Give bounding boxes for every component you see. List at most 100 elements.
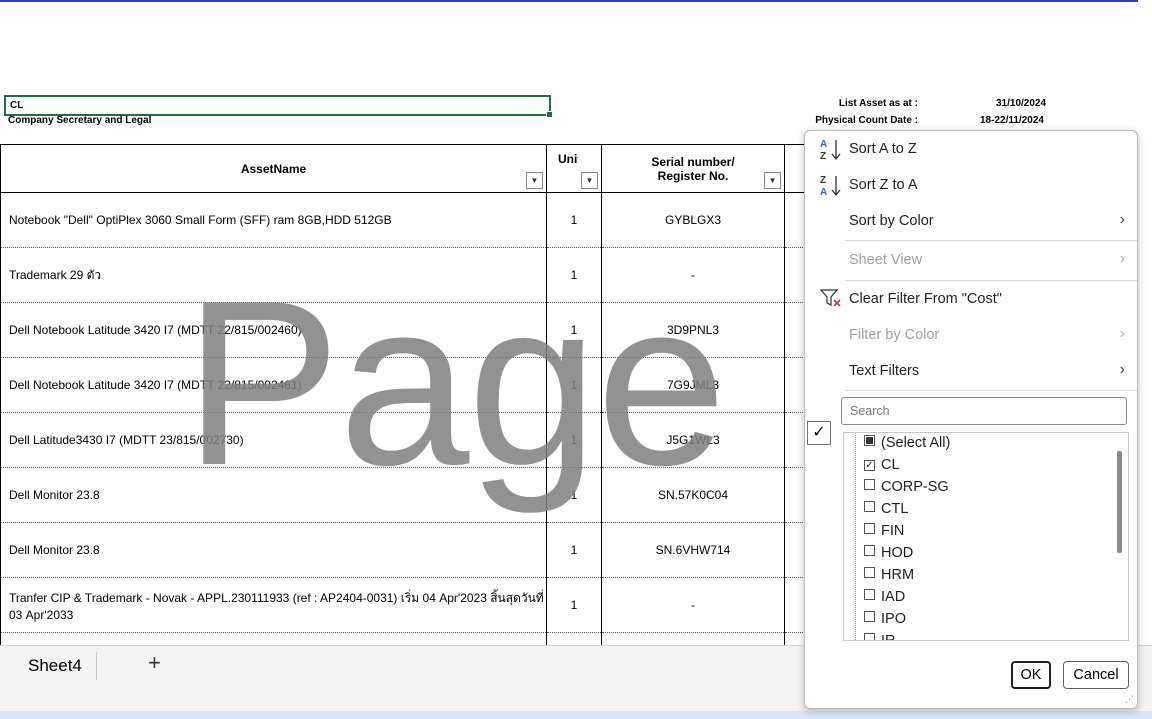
clear-filter-from-cost[interactable]: Clear Filter From "Cost"	[849, 291, 1002, 307]
cell-asset-name[interactable]: Dell Notebook Latitude 3420 I7 (MDTT 22/…	[0, 357, 547, 413]
filter-list-item[interactable]: IAD	[864, 589, 905, 605]
cell-unit[interactable]: 1	[546, 577, 602, 633]
checkbox[interactable]	[864, 501, 875, 512]
filter-list-item[interactable]: IR	[864, 633, 896, 641]
sort-az-icon: AZ	[819, 137, 843, 167]
cell-asset-name[interactable]: Dell Notebook Latitude 3420 I7 (MDTT 22/…	[0, 302, 547, 358]
checkbox[interactable]	[864, 523, 875, 534]
cell-asset-name[interactable]: Tranfer CIP & Trademark - Novak - APPL.2…	[0, 632, 547, 645]
cell-asset-name[interactable]: Notebook "Dell" OptiPlex 3060 Small Form…	[0, 192, 547, 248]
filter-item-label: CORP-SG	[881, 479, 949, 495]
cell-unit[interactable]: 1	[546, 192, 602, 248]
checkbox[interactable]	[864, 545, 875, 556]
chevron-right-icon: ›	[1119, 325, 1125, 342]
physical-count-value: 18-22/11/2024	[980, 115, 1044, 126]
table-row[interactable]: Dell Notebook Latitude 3420 I7 (MDTT 22/…	[0, 357, 827, 413]
menu-separator	[845, 240, 1137, 241]
filter-list-item[interactable]: CTL	[864, 501, 908, 517]
filter-dropdown-button[interactable]: ▼	[764, 172, 781, 189]
filter-item-label: CTL	[881, 501, 909, 517]
cell-unit[interactable]: 1	[546, 522, 602, 578]
cell-asset-name[interactable]: Dell Monitor 23.8	[0, 522, 547, 578]
sort-a-to-z[interactable]: Sort A to Z	[849, 141, 917, 157]
svg-text:A: A	[820, 187, 827, 198]
list-asset-value: 31/10/2024	[996, 98, 1047, 109]
text-filters[interactable]: Text Filters	[849, 363, 919, 379]
selected-cell-value: CL	[10, 100, 24, 111]
table-row[interactable]: Tranfer CIP & Trademark - Novak - APPL.2…	[0, 577, 827, 633]
filter-list-item[interactable]: FIN	[864, 523, 904, 539]
header-assetname: AssetName ▼	[0, 144, 547, 193]
checkbox[interactable]	[864, 567, 875, 578]
filter-list-item[interactable]: IPO	[864, 611, 906, 627]
header-unit-label: Unit	[558, 152, 578, 166]
filter-list-item[interactable]: HRM	[864, 567, 914, 583]
cell-unit[interactable]: 1	[546, 357, 602, 413]
cell-unit[interactable]: 1	[546, 412, 602, 468]
table-row[interactable]: Notebook "Dell" OptiPlex 3060 Small Form…	[0, 192, 827, 248]
tree-connector	[855, 433, 856, 640]
checkbox[interactable]	[864, 589, 875, 600]
selected-cell[interactable]: CL	[4, 95, 553, 118]
cell-serial[interactable]: GYBLGX3	[601, 192, 785, 248]
cell-serial[interactable]: 3D9PNL3	[601, 302, 785, 358]
checkbox[interactable]	[864, 611, 875, 622]
add-sheet-button[interactable]: +	[148, 650, 161, 676]
filter-item-label: CL	[881, 457, 900, 473]
header-serial-line1: Serial number/	[651, 154, 735, 169]
checkbox[interactable]	[864, 633, 875, 640]
resize-grip-icon[interactable]: ⋰	[1125, 694, 1134, 705]
header-serial: Serial number/ Register No. ▼	[601, 144, 785, 193]
taskbar-strip	[0, 711, 1152, 719]
filter-list-item[interactable]: ✓ CL	[864, 457, 900, 473]
sheet-tab-sheet4[interactable]: Sheet4	[14, 652, 97, 680]
cell-serial[interactable]: 7G9JML3	[601, 357, 785, 413]
sort-z-to-a[interactable]: Sort Z to A	[849, 177, 918, 193]
table-row[interactable]: Dell Notebook Latitude 3420 I7 (MDTT 22/…	[0, 302, 827, 358]
filter-list-item[interactable]: HOD	[864, 545, 913, 561]
filter-search-input[interactable]	[841, 397, 1127, 425]
cell-asset-name[interactable]: Dell Monitor 23.8	[0, 467, 547, 523]
cancel-button[interactable]: Cancel	[1063, 661, 1129, 689]
filter-dropdown-button[interactable]: ▼	[526, 172, 543, 189]
list-scrollbar[interactable]	[1117, 451, 1122, 553]
filter-values-list[interactable]: (Select All) ✓ CL CORP-SG CTL FIN HOD HRM IAD IPO…	[843, 432, 1129, 641]
table-row[interactable]: Tranfer CIP & Trademark - Novak - APPL.2…	[0, 632, 827, 645]
filter-list-item[interactable]: CORP-SG	[864, 479, 949, 495]
sort-by-color[interactable]: Sort by Color	[849, 213, 934, 229]
cell-unit[interactable]: 1	[546, 302, 602, 358]
cell-unit[interactable]: 1	[546, 632, 602, 645]
cell-asset-name[interactable]: Dell Latitude3430 I7 (MDTT 23/815/002730…	[0, 412, 547, 468]
svg-text:Z: Z	[820, 175, 826, 186]
header-serial-line2: Register No.	[657, 168, 729, 183]
filter-list-item[interactable]: (Select All)	[864, 435, 950, 451]
checkbox[interactable]: ✓	[864, 460, 875, 471]
cell-asset-name[interactable]: Tranfer CIP & Trademark - Novak - APPL.2…	[0, 577, 547, 633]
checkbox[interactable]	[864, 435, 875, 446]
cell-serial[interactable]: SN.57K0C04	[601, 467, 785, 523]
cell-unit[interactable]: 1	[546, 467, 602, 523]
cell-serial[interactable]: J5G1WL3	[601, 412, 785, 468]
filter-item-label: IR	[881, 633, 896, 641]
cell-serial[interactable]: -	[601, 632, 785, 645]
filter-item-label: (Select All)	[881, 435, 951, 451]
cell-unit[interactable]: 1	[546, 247, 602, 303]
filter-dropdown-button[interactable]: ▼	[581, 172, 598, 189]
chevron-right-icon: ›	[1119, 361, 1125, 378]
cell-serial[interactable]: -	[601, 577, 785, 633]
header-unit: Unit ▼	[546, 144, 602, 193]
table-row[interactable]: Dell Monitor 23.8 1 SN.6VHW714	[0, 522, 827, 578]
cell-serial[interactable]: -	[601, 247, 785, 303]
filter-item-label: IPO	[881, 611, 906, 627]
fill-handle[interactable]	[546, 111, 553, 118]
ok-button[interactable]: OK	[1011, 661, 1051, 689]
sheet-view: Sheet View	[849, 252, 923, 268]
table-row[interactable]: Trademark 29 ตัว 1-	[0, 247, 827, 303]
table-row[interactable]: Dell Monitor 23.8 1 SN.57K0C04	[0, 467, 827, 523]
menu-separator	[845, 280, 1137, 281]
checkbox[interactable]	[864, 479, 875, 490]
cell-serial[interactable]: SN.6VHW714	[601, 522, 785, 578]
filter-item-label: IAD	[881, 589, 906, 605]
table-row[interactable]: Dell Latitude3430 I7 (MDTT 23/815/002730…	[0, 412, 827, 468]
cell-asset-name[interactable]: Trademark 29 ตัว	[0, 247, 547, 303]
